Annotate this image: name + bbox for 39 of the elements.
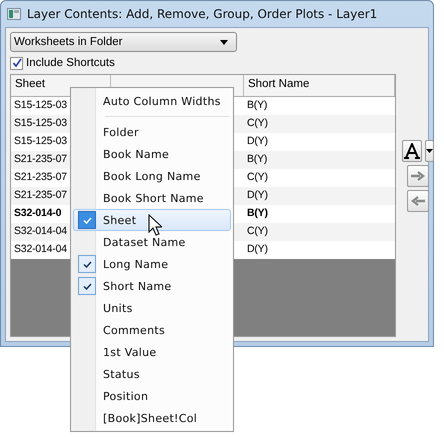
menu-item[interactable]: Status	[73, 363, 231, 385]
menu-item[interactable]: Long Name	[73, 253, 231, 275]
source-dropdown[interactable]: Worksheets in Folder	[10, 32, 237, 52]
menu-item[interactable]: Short Name	[73, 275, 231, 297]
letter-icon	[403, 143, 421, 159]
table-cell-text: B(Y)	[246, 206, 269, 221]
table-cell-text: S15-125-03	[13, 134, 68, 149]
caret-icon	[220, 40, 228, 44]
table-cell-text: D(Y)	[246, 134, 269, 149]
table-cell-text: B(Y)	[246, 98, 268, 113]
table-cell-text: D(Y)	[246, 188, 269, 203]
menu-item[interactable]: [Book]Sheet!Col	[73, 407, 231, 429]
window-title: Layer Contents: Add, Remove, Group, Order Plots - Layer1	[27, 7, 378, 21]
left-arrow-icon	[411, 196, 425, 206]
menu-item[interactable]: Folder	[73, 121, 231, 143]
table-cell-text: C(Y)	[246, 224, 269, 239]
check-icon	[12, 58, 22, 68]
table-cell-text: D(Y)	[246, 242, 269, 257]
menu-item[interactable]: Book Short Name	[73, 187, 231, 209]
table-cell-text: C(Y)	[246, 170, 269, 185]
include-shortcuts-checkbox[interactable]: Include Shortcuts	[10, 55, 424, 71]
menu-item[interactable]: Comments	[73, 319, 231, 341]
table-cell-text: C(Y)	[246, 116, 269, 131]
right-arrow-icon	[411, 171, 425, 181]
font-button[interactable]	[402, 140, 422, 162]
menu-item[interactable]: Book Name	[73, 143, 231, 165]
window-icon	[7, 8, 21, 20]
column-header[interactable]: Short Name	[244, 75, 395, 96]
menu-item[interactable]: 1st Value	[73, 341, 231, 363]
table-cell-text: S32-014-04	[13, 224, 68, 239]
caret-icon	[426, 149, 433, 153]
remove-button[interactable]	[407, 190, 429, 212]
menu-item[interactable]: Book Long Name	[73, 165, 231, 187]
mouse-pointer-icon	[148, 214, 162, 236]
table-cell-text: B(Y)	[246, 152, 268, 167]
menu-item[interactable]: Dataset Name	[73, 231, 231, 253]
menu-item[interactable]: Units	[73, 297, 231, 319]
dropdown-button[interactable]	[425, 140, 434, 162]
menu-item[interactable]: Position	[73, 385, 231, 407]
